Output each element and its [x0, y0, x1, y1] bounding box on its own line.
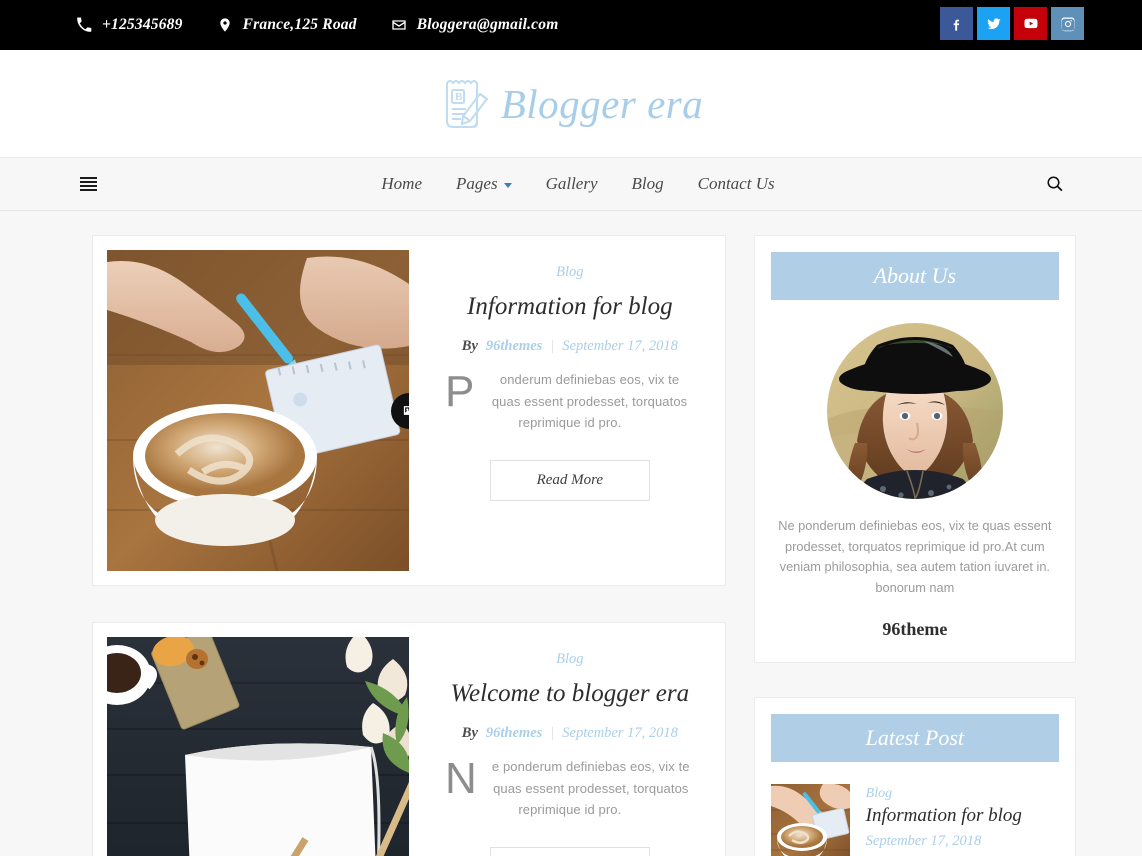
post-date: September 17, 2018 [562, 338, 678, 355]
nav-item-home[interactable]: Home [381, 174, 422, 194]
latest-post-category[interactable]: Blog [866, 786, 1059, 802]
nav-link-list: Home Pages Gallery Blog Contact Us [367, 174, 774, 194]
address-text: France,125 Road [242, 16, 357, 33]
about-us-author: 96theme [882, 618, 948, 639]
about-us-text: Ne ponderum definiebas eos, vix te quas … [778, 518, 1052, 596]
post-list: Blog Information for blog By 96themes | … [92, 235, 726, 856]
post-title[interactable]: Information for blog [445, 291, 695, 322]
post-meta: By 96themes | September 17, 2018 [445, 338, 695, 355]
top-contact-bar: +125345689 France,125 Road Bloggera@gmai… [0, 0, 1142, 50]
read-more-button[interactable]: Read More [489, 459, 651, 501]
avatar [826, 323, 1003, 499]
page-content: Blog Information for blog By 96themes | … [0, 211, 1142, 856]
youtube-icon[interactable] [1014, 7, 1047, 40]
sidebar: About Us Ne ponderum definiebas eos, vix… [753, 235, 1076, 856]
post-title[interactable]: Welcome to blogger era [445, 678, 695, 709]
about-us-heading: About Us [770, 252, 1059, 300]
phone-icon [76, 17, 92, 33]
social-links-group [940, 7, 1084, 40]
address-contact[interactable]: France,125 Road [217, 16, 357, 34]
post-featured-image[interactable] [107, 250, 409, 571]
post-author[interactable]: 96themes [486, 338, 542, 355]
post-content: Blog Information for blog By 96themes | … [409, 250, 711, 571]
search-icon[interactable] [1046, 175, 1064, 193]
chevron-down-icon [503, 183, 512, 188]
post-content: Blog Welcome to blogger era By 96themes … [409, 637, 711, 856]
about-us-widget: About Us Ne ponderum definiebas eos, vix… [753, 235, 1076, 663]
phone-contact[interactable]: +125345689 [76, 16, 183, 34]
hamburger-icon[interactable] [80, 177, 97, 191]
post-card[interactable]: Blog Information for blog By 96themes | … [92, 235, 726, 586]
nav-item-gallery[interactable]: Gallery [546, 174, 598, 194]
post-excerpt: Ne ponderum definiebas eos, vix te quas … [445, 754, 690, 818]
map-marker-icon [217, 17, 233, 33]
post-date: September 17, 2018 [562, 725, 678, 742]
avatar-container [771, 323, 1059, 499]
twitter-icon[interactable] [977, 7, 1010, 40]
svg-text:B: B [455, 91, 463, 103]
read-more-button[interactable]: Read More [489, 846, 651, 856]
nav-label: Pages [456, 174, 498, 193]
meta-separator: | [550, 338, 555, 355]
main-navigation: Home Pages Gallery Blog Contact Us [0, 157, 1142, 211]
phone-text: +125345689 [102, 16, 183, 33]
site-logo-link[interactable]: B Blogger era [439, 73, 704, 135]
post-featured-image[interactable] [107, 637, 409, 856]
post-by-label: By [461, 725, 478, 742]
email-text: Bloggera@gmail.com [416, 16, 559, 33]
post-by-label: By [461, 338, 478, 355]
nav-label: Home [381, 174, 423, 193]
site-title: Blogger era [500, 80, 704, 127]
latest-post-title[interactable]: Information for blog [866, 805, 1059, 828]
post-excerpt: Ponderum definiebas eos, vix te quas ess… [445, 367, 688, 431]
envelope-icon [391, 17, 407, 33]
post-card[interactable]: Blog Welcome to blogger era By 96themes … [92, 622, 726, 856]
post-category[interactable]: Blog [445, 264, 695, 281]
latest-post-date: September 17, 2018 [865, 832, 982, 849]
latest-post-info: Blog Information for blog September 17, … [866, 784, 1059, 850]
post-author[interactable]: 96themes [486, 725, 542, 742]
nav-item-contact-us[interactable]: Contact Us [698, 174, 775, 194]
email-contact[interactable]: Bloggera@gmail.com [391, 16, 559, 34]
instagram-icon[interactable] [1051, 7, 1084, 40]
meta-separator: | [550, 725, 555, 742]
site-header: B Blogger era [0, 50, 1142, 157]
latest-post-thumbnail[interactable] [770, 783, 850, 856]
latest-post-widget: Latest Post Blog Information for blog Se… [753, 696, 1076, 856]
nav-label: Contact Us [697, 174, 775, 193]
post-meta: By 96themes | September 17, 2018 [445, 725, 695, 742]
latest-post-heading: Latest Post [770, 713, 1059, 762]
latest-post-list: Blog Information for blog September 17, … [770, 772, 1059, 856]
post-category[interactable]: Blog [445, 651, 695, 668]
nav-label: Blog [631, 174, 664, 193]
facebook-icon[interactable] [940, 7, 973, 40]
latest-post-item[interactable]: Blog Information for blog September 17, … [770, 772, 1059, 856]
document-pencil-icon: B [439, 73, 497, 135]
nav-label: Gallery [545, 174, 598, 193]
contact-info-group: +125345689 France,125 Road Bloggera@gmai… [76, 16, 558, 34]
nav-item-pages[interactable]: Pages [456, 174, 512, 194]
nav-item-blog[interactable]: Blog [632, 174, 664, 194]
